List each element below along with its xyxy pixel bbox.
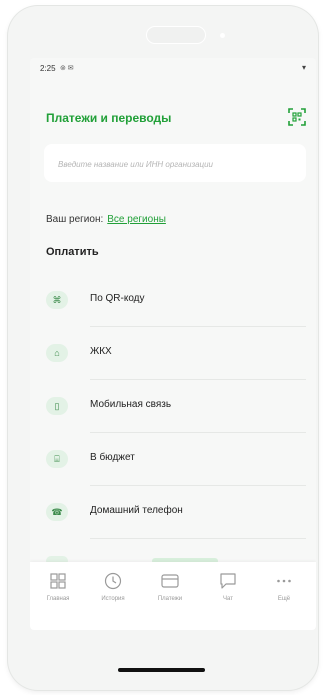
tab-history[interactable]: История <box>93 572 133 618</box>
more-icon <box>277 579 291 583</box>
app-screen: 2:25 ⊚ ✉ ▾ Платежи и переводы Ваш регион… <box>30 58 316 630</box>
region-label: Ваш регион: <box>46 214 104 225</box>
wifi-icon: ▾ <box>301 63 306 72</box>
divider <box>90 538 306 539</box>
search-box <box>44 144 306 182</box>
list-item-label: В бюджет <box>90 452 135 463</box>
region-selector: Ваш регион: Все регионы <box>46 214 166 225</box>
bottom-tab-bar: Главная История Платежи Чат Ещё <box>30 562 316 630</box>
list-item-label: ЖКХ <box>90 346 112 357</box>
page-title: Платежи и переводы <box>46 111 172 125</box>
tab-label: Чат <box>223 596 233 602</box>
card-icon <box>161 574 179 588</box>
chat-icon <box>220 573 236 589</box>
list-item-mobile[interactable]: ▯ Мобильная связь <box>30 380 316 433</box>
bank-icon: ⌸ <box>46 450 68 468</box>
search-input[interactable] <box>56 154 300 174</box>
phone-icon: ▯ <box>46 397 68 415</box>
list-item-label: Домашний телефон <box>90 505 183 516</box>
tab-label: Ещё <box>277 596 291 602</box>
qr-icon: ⌘ <box>46 291 68 309</box>
list-item-housing[interactable]: ⌂ ЖКХ <box>30 327 316 380</box>
list-item-budget[interactable]: ⌸ В бюджет <box>30 433 316 486</box>
tab-label: История <box>101 596 125 602</box>
phone-frame: 2:25 ⊚ ✉ ▾ Платежи и переводы Ваш регион… <box>8 6 318 690</box>
tab-label: Главная <box>46 596 70 602</box>
home-icon: ⌂ <box>46 344 68 362</box>
list-item-qr[interactable]: ⌘ По QR-коду <box>30 274 316 327</box>
camera-dot <box>220 33 225 38</box>
pay-list: ⌘ По QR-коду ⌂ ЖКХ ▯ Мобильная связь ⌸ В… <box>30 274 316 539</box>
grid-icon <box>50 573 66 589</box>
tab-payments[interactable]: Платежи <box>150 572 190 618</box>
tab-home[interactable]: Главная <box>38 572 78 618</box>
list-item-label: Мобильная связь <box>90 399 172 410</box>
header: Платежи и переводы <box>30 94 316 134</box>
region-link[interactable]: Все регионы <box>107 214 166 225</box>
list-item-landline[interactable]: ☎ Домашний телефон <box>30 486 316 539</box>
speaker-notch <box>146 26 206 44</box>
list-item-label: По QR-коду <box>90 293 145 304</box>
tab-more[interactable]: Ещё <box>264 572 304 618</box>
status-time: 2:25 <box>40 64 56 73</box>
section-title-pay: Оплатить <box>46 246 99 258</box>
status-bar: 2:25 ⊚ ✉ ▾ <box>30 58 316 80</box>
home-indicator[interactable] <box>118 668 205 672</box>
clock-icon <box>104 572 122 590</box>
tab-label: Платежи <box>157 596 183 602</box>
qr-scan-icon[interactable] <box>288 108 306 126</box>
tab-chat[interactable]: Чат <box>208 572 248 618</box>
landline-icon: ☎ <box>46 503 68 521</box>
status-icons: ⊚ ✉ <box>60 65 74 72</box>
